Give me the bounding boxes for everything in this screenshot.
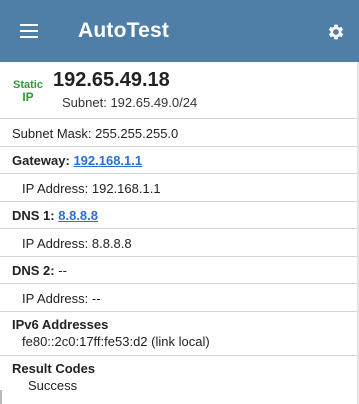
dns2-ip-row: IP Address: -- (22, 291, 101, 306)
ipv6-value: fe80::2c0:17ff:fe53:d2 (link local) (22, 334, 210, 349)
dns1-ip-row: IP Address: 8.8.8.8 (22, 236, 132, 251)
left-edge-marker (0, 390, 2, 404)
divider (0, 311, 359, 312)
app-bar: AutoTest (0, 0, 359, 62)
divider (0, 173, 359, 174)
dns2-ip-label: IP Address: (22, 291, 89, 306)
divider (0, 118, 359, 119)
gateway-ip-row: IP Address: 192.168.1.1 (22, 181, 161, 196)
dns2-row: DNS 2: -- (12, 263, 67, 278)
subnet-label: Subnet: (62, 95, 107, 110)
result-codes-value: Success (28, 378, 78, 393)
dns1-label: DNS 1: (12, 208, 55, 223)
subnet-line: Subnet: 192.65.49.0/24 (62, 95, 197, 110)
dns2-value: -- (58, 263, 67, 278)
ipv6-label: IPv6 Addresses (12, 317, 109, 332)
gear-icon[interactable] (326, 22, 346, 42)
gateway-label: Gateway: (12, 153, 70, 168)
subnet-value: 192.65.49.0/24 (110, 95, 198, 110)
static-badge-line2: IP (22, 90, 34, 104)
divider (0, 355, 359, 356)
gateway-link[interactable]: 192.168.1.1 (73, 153, 142, 168)
subnet-mask-value: 255.255.255.0 (95, 126, 179, 141)
static-ip-badge: Static IP (10, 79, 46, 103)
subnet-mask-row: Subnet Mask: 255.255.255.0 (12, 126, 178, 141)
app-title: AutoTest (78, 19, 170, 42)
divider (0, 228, 359, 229)
hamburger-menu-icon[interactable] (20, 24, 38, 38)
dns2-label: DNS 2: (12, 263, 55, 278)
divider (0, 283, 359, 284)
gateway-ip-value: 192.168.1.1 (91, 181, 161, 196)
divider (0, 256, 359, 257)
dns2-ip-value: -- (91, 291, 101, 306)
divider (0, 146, 359, 147)
ip-address: 192.65.49.18 (53, 69, 170, 91)
dns1-ip-label: IP Address: (22, 236, 89, 251)
gateway-row: Gateway: 192.168.1.1 (12, 153, 142, 168)
dns1-row: DNS 1: 8.8.8.8 (12, 208, 98, 223)
gateway-ip-label: IP Address: (22, 181, 89, 196)
subnet-mask-label: Subnet Mask: (12, 126, 92, 141)
result-codes-label: Result Codes (12, 361, 96, 376)
divider (0, 201, 359, 202)
dns1-link[interactable]: 8.8.8.8 (58, 208, 98, 223)
dns1-ip-value: 8.8.8.8 (91, 236, 132, 251)
